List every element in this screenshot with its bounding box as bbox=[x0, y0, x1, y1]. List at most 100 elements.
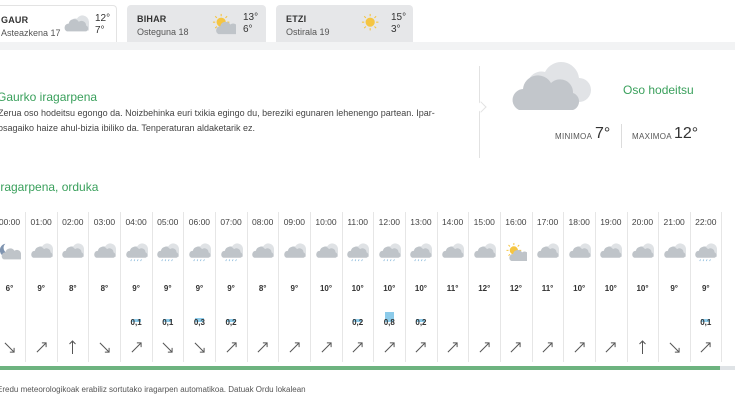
hour-temperature: 11° bbox=[446, 284, 459, 293]
hour-label: 19:00 bbox=[600, 217, 622, 227]
precip-bar-area bbox=[247, 302, 278, 322]
precip-bar-area bbox=[532, 302, 563, 322]
rain-cloud-icon bbox=[409, 242, 437, 262]
min-label: MINIMOA bbox=[555, 132, 593, 141]
wind-arrow-icon bbox=[349, 339, 366, 356]
precip-bar-area bbox=[26, 302, 57, 322]
rain-cloud-icon bbox=[346, 242, 374, 262]
hour-temperature: 10° bbox=[636, 284, 649, 293]
hour-temperature: 10° bbox=[604, 284, 617, 293]
hour-temperature: 8° bbox=[68, 284, 77, 293]
scroll-progress[interactable] bbox=[0, 366, 735, 370]
hour-column: 04:00 9° 0,1 bbox=[121, 208, 152, 364]
hour-precipitation: 0,2 bbox=[225, 318, 237, 327]
hour-column: 22:00 9° 0,1 bbox=[690, 208, 722, 364]
hour-column: 01:00 9° bbox=[26, 208, 57, 364]
hour-label: 15:00 bbox=[473, 217, 495, 227]
hour-temperature: 9° bbox=[37, 284, 45, 293]
hour-label: 09:00 bbox=[283, 217, 305, 227]
wind-arrow-icon bbox=[128, 339, 145, 356]
min-value: 7° bbox=[595, 125, 611, 142]
tab-bihar[interactable]: BIHAR Osteguna 18 13° 6° bbox=[127, 5, 266, 42]
precip-bar-area bbox=[437, 302, 468, 322]
hour-column: 14:00 11° bbox=[437, 208, 469, 364]
hour-label: 18:00 bbox=[568, 217, 590, 227]
hour-column: 03:00 8° bbox=[89, 208, 121, 364]
tab-etzi[interactable]: ETZI Ostirala 19 15° 3° bbox=[276, 5, 413, 42]
hour-label: 21:00 bbox=[663, 217, 685, 227]
hour-label: 02:00 bbox=[62, 217, 84, 227]
hour-column: 20:00 10° bbox=[627, 208, 659, 364]
cloud-icon bbox=[568, 242, 595, 262]
hour-temperature: 10° bbox=[414, 284, 427, 293]
hour-temperature: 11° bbox=[541, 284, 554, 293]
cloud-icon bbox=[536, 242, 564, 262]
hour-temperature: 12° bbox=[509, 284, 522, 293]
hour-column: 17:00 11° bbox=[532, 208, 564, 364]
hour-label: 22:00 bbox=[695, 217, 717, 227]
tab-max-temp: 12° bbox=[95, 13, 111, 24]
tab-date: Ostirala 19 bbox=[286, 27, 330, 37]
hour-column: 10:00 10° bbox=[311, 208, 342, 364]
tab-max-temp: 13° bbox=[243, 12, 259, 23]
hour-label: 07:00 bbox=[220, 217, 242, 227]
wind-arrow-icon bbox=[64, 339, 81, 356]
sun-icon bbox=[359, 13, 385, 33]
hour-column: 12:00 10° 0,8 bbox=[374, 208, 405, 364]
hour-temperature: 9° bbox=[227, 284, 235, 293]
hour-precipitation: 0,2 bbox=[415, 318, 427, 327]
hour-precipitation: 0,8 bbox=[383, 318, 395, 327]
hour-column: 00:00 6° bbox=[0, 208, 25, 364]
max-label: MAXIMOA bbox=[632, 132, 672, 141]
hour-label: 17:00 bbox=[536, 217, 559, 227]
hour-label: 14:00 bbox=[441, 217, 464, 227]
cloud-icon bbox=[315, 242, 342, 262]
hour-temperature: 8° bbox=[258, 284, 267, 293]
hour-temperature: 9° bbox=[290, 284, 299, 293]
sun-cloud-icon bbox=[504, 242, 531, 262]
tab-gaur[interactable]: GAUR Asteazkena 17 12° 7° bbox=[0, 5, 117, 42]
hour-label: 11:00 bbox=[347, 217, 368, 227]
precip-bar-area bbox=[564, 302, 595, 322]
hour-column: 02:00 8° bbox=[57, 208, 89, 364]
rain-cloud-icon bbox=[125, 242, 152, 262]
hour-column: 16:00 12° bbox=[500, 208, 531, 364]
cloud-icon bbox=[441, 242, 469, 262]
hour-column: 21:00 9° bbox=[659, 208, 690, 364]
wind-arrow-icon bbox=[602, 339, 619, 356]
cloud-icon bbox=[63, 14, 94, 34]
cloud-icon bbox=[599, 242, 627, 262]
precip-bar-area bbox=[279, 302, 310, 322]
precip-bar-area bbox=[469, 302, 500, 322]
wind-arrow-icon bbox=[412, 339, 429, 356]
hour-column: 08:00 8° bbox=[247, 208, 279, 364]
hour-column: 19:00 10° bbox=[595, 208, 627, 364]
cloud-icon bbox=[61, 242, 89, 262]
hour-temperature: 10° bbox=[351, 284, 364, 293]
hour-precipitation: 0,2 bbox=[352, 318, 364, 327]
cloud-icon bbox=[512, 62, 591, 110]
condition-label: Oso hodeitsu bbox=[623, 83, 694, 97]
hour-label: 01:00 bbox=[30, 217, 52, 227]
wind-arrow-icon bbox=[507, 339, 524, 356]
tab-min-temp: 6° bbox=[243, 24, 253, 35]
tab-date: Osteguna 18 bbox=[137, 27, 189, 37]
hour-column: 13:00 10° 0,2 bbox=[405, 208, 437, 364]
hour-column: 11:00 10° 0,2 bbox=[342, 208, 374, 364]
tab-min-temp: 7° bbox=[95, 25, 105, 36]
hour-label: 13:00 bbox=[410, 217, 432, 227]
wind-arrow-icon bbox=[666, 339, 683, 356]
wind-arrow-icon bbox=[159, 339, 176, 356]
cloud-icon bbox=[631, 242, 659, 262]
precip-bar-area bbox=[659, 302, 690, 322]
hour-label: 12:00 bbox=[378, 217, 400, 227]
precip-bar-area bbox=[0, 302, 25, 322]
hour-temperature: 12° bbox=[478, 284, 491, 293]
wind-arrow-icon bbox=[96, 339, 113, 356]
wind-arrow-icon bbox=[697, 339, 714, 356]
footer-note: Eredu meteorologikoak erabiliz sortutako… bbox=[0, 385, 306, 394]
hour-temperature: 9° bbox=[701, 284, 710, 293]
hour-temperature: 6° bbox=[5, 284, 14, 293]
rain-cloud-icon bbox=[188, 242, 215, 262]
wind-arrow-icon bbox=[571, 339, 588, 356]
